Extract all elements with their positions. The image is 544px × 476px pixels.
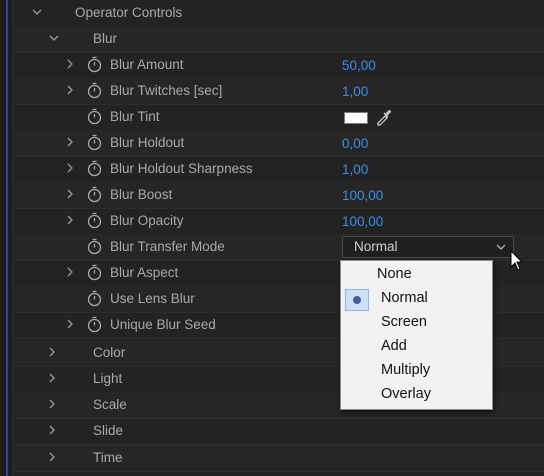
- param-label: Blur Holdout Sharpness: [110, 161, 253, 176]
- chevron-right-icon[interactable]: [63, 135, 77, 149]
- param-row-blur-holdout-sharpness[interactable]: Blur Holdout Sharpness 1,00: [12, 156, 544, 183]
- param-row-blur-amount[interactable]: Blur Amount 50,00: [12, 52, 544, 79]
- stopwatch-icon[interactable]: [86, 316, 103, 333]
- menu-item-label: Add: [381, 338, 407, 354]
- mouse-cursor-icon: [510, 250, 524, 271]
- blur-group-row[interactable]: Blur: [12, 26, 544, 53]
- param-label: Blur Tint: [110, 109, 160, 124]
- select-value: Normal: [354, 239, 398, 254]
- chevron-right-icon[interactable]: [63, 265, 77, 279]
- param-row-blur-tint[interactable]: Blur Tint: [12, 104, 544, 131]
- menu-item-label: None: [377, 266, 412, 282]
- selection-line: [6, 0, 8, 476]
- param-value[interactable]: 100,00: [342, 214, 383, 229]
- menu-item-label: Overlay: [381, 386, 431, 402]
- param-row-blur-opacity[interactable]: Blur Opacity 100,00: [12, 208, 544, 235]
- param-value[interactable]: 1,00: [342, 162, 368, 177]
- param-value[interactable]: 100,00: [342, 188, 383, 203]
- chevron-right-icon[interactable]: [63, 161, 77, 175]
- param-value[interactable]: 0,00: [342, 136, 368, 151]
- stopwatch-icon[interactable]: [86, 134, 103, 151]
- stopwatch-icon[interactable]: [86, 238, 103, 255]
- param-label: Blur Transfer Mode: [110, 239, 225, 254]
- group-row-time[interactable]: Time: [12, 445, 544, 472]
- menu-item-label: Multiply: [381, 362, 431, 378]
- stopwatch-icon[interactable]: [86, 82, 103, 99]
- stopwatch-icon[interactable]: [86, 108, 103, 125]
- param-value[interactable]: 50,00: [342, 58, 376, 73]
- menu-item-normal[interactable]: Normal: [341, 287, 492, 311]
- selected-radio-icon: [345, 289, 369, 311]
- param-label: Blur Boost: [110, 187, 173, 202]
- chevron-right-icon[interactable]: [45, 345, 59, 359]
- chevron-right-icon[interactable]: [63, 83, 77, 97]
- chevron-right-icon[interactable]: [63, 57, 77, 71]
- param-label: Unique Blur Seed: [110, 317, 216, 332]
- chevron-right-icon[interactable]: [45, 450, 59, 464]
- param-label: Blur Amount: [110, 57, 184, 72]
- group-label: Scale: [93, 397, 127, 412]
- param-label: Blur Opacity: [110, 213, 184, 228]
- stopwatch-icon[interactable]: [86, 56, 103, 73]
- chevron-right-icon[interactable]: [45, 371, 59, 385]
- chevron-right-icon[interactable]: [63, 187, 77, 201]
- menu-item-overlay[interactable]: Overlay: [341, 383, 492, 407]
- param-label: Use Lens Blur: [110, 291, 195, 306]
- stopwatch-icon[interactable]: [86, 186, 103, 203]
- chevron-right-icon[interactable]: [45, 397, 59, 411]
- menu-item-screen[interactable]: Screen: [341, 311, 492, 335]
- chevron-right-icon[interactable]: [63, 213, 77, 227]
- param-label: Blur Twitches [sec]: [110, 83, 223, 98]
- menu-item-multiply[interactable]: Multiply: [341, 359, 492, 383]
- tint-color-swatch[interactable]: [344, 112, 368, 124]
- menu-item-none[interactable]: None: [341, 263, 492, 287]
- group-label: Slide: [93, 423, 124, 438]
- eyedropper-icon[interactable]: [374, 107, 394, 127]
- param-label: Blur Holdout: [110, 135, 185, 150]
- transfer-mode-select[interactable]: Normal: [342, 236, 514, 258]
- stopwatch-icon[interactable]: [86, 264, 103, 281]
- param-row-blur-holdout[interactable]: Blur Holdout 0,00: [12, 130, 544, 157]
- chevron-down-icon: [495, 241, 507, 253]
- stopwatch-icon[interactable]: [86, 160, 103, 177]
- param-row-blur-boost[interactable]: Blur Boost 100,00: [12, 182, 544, 209]
- menu-item-label: Normal: [381, 290, 428, 306]
- chevron-right-icon[interactable]: [45, 423, 59, 437]
- blur-group-label: Blur: [93, 31, 118, 46]
- menu-item-label: Screen: [381, 314, 427, 330]
- chevron-down-icon[interactable]: [30, 5, 44, 19]
- group-label: Color: [93, 345, 126, 360]
- param-row-blur-transfer-mode[interactable]: Blur Transfer Mode Normal: [12, 234, 544, 261]
- chevron-right-icon[interactable]: [63, 317, 77, 331]
- operator-controls-label: Operator Controls: [75, 5, 183, 20]
- stopwatch-icon[interactable]: [86, 212, 103, 229]
- group-label: Time: [93, 450, 123, 465]
- operator-controls-row[interactable]: Operator Controls: [12, 0, 544, 27]
- group-row-slide[interactable]: Slide: [12, 418, 544, 445]
- group-label: Light: [93, 371, 123, 386]
- chevron-down-icon[interactable]: [47, 31, 61, 45]
- transfer-mode-dropdown-menu: None Normal Screen Add Multiply Overlay: [340, 260, 493, 410]
- stopwatch-icon[interactable]: [86, 290, 103, 307]
- param-label: Blur Aspect: [110, 265, 179, 280]
- menu-item-add[interactable]: Add: [341, 335, 492, 359]
- param-value[interactable]: 1,00: [342, 84, 368, 99]
- param-row-blur-twitches[interactable]: Blur Twitches [sec] 1,00: [12, 78, 544, 105]
